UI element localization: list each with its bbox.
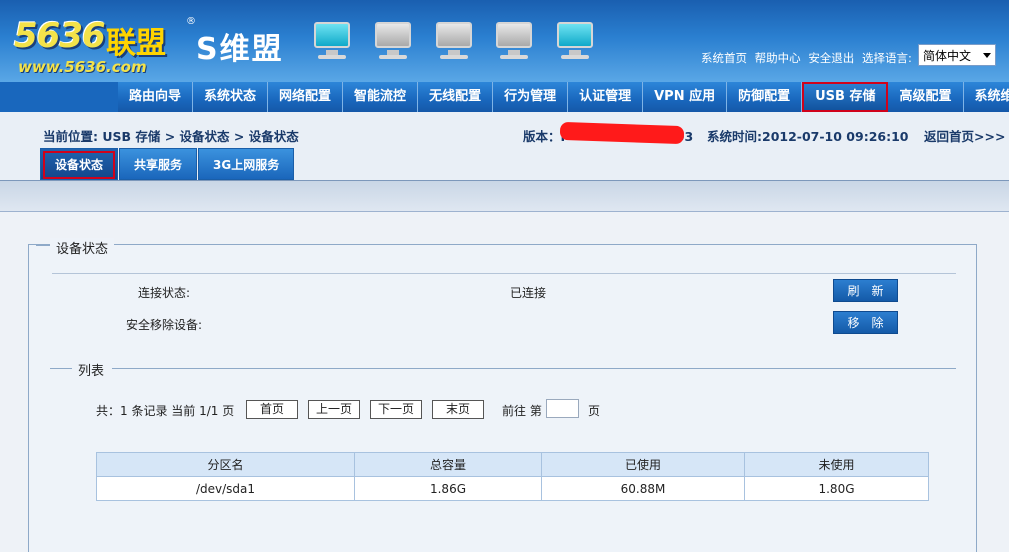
monitor-icon	[434, 20, 474, 60]
column-header-free: 未使用	[744, 452, 929, 477]
home-link[interactable]: 系统首页	[701, 51, 747, 65]
prev-page-button[interactable]: 上一页	[308, 400, 360, 419]
remove-button[interactable]: 移除	[833, 311, 898, 334]
breadcrumb: 当前位置: USB 存储 > 设备状态 > 设备状态	[43, 129, 299, 144]
nav-item-flow-control[interactable]: 智能流控	[343, 82, 419, 112]
device-status-legend: 设备状态	[50, 238, 115, 257]
language-label: 选择语言:	[861, 51, 912, 65]
column-header-used: 已使用	[541, 452, 745, 477]
tab-3g-service[interactable]: 3G上网服务	[198, 148, 295, 180]
logo-brand: S维盟	[196, 32, 284, 67]
pager-summary: 共：1 条记录 当前 1/1 页	[96, 404, 235, 418]
language-value: 简体中文	[923, 49, 972, 63]
list-legend-line	[50, 368, 74, 369]
nav-item-system-status[interactable]: 系统状态	[193, 82, 269, 112]
logo-chinese: 联盟	[106, 26, 166, 61]
logo-registered-mark: ®	[186, 16, 196, 27]
cell-used: 60.88M	[541, 476, 745, 501]
first-page-button[interactable]: 首页	[246, 400, 298, 419]
nav-item-behavior[interactable]: 行为管理	[493, 82, 569, 112]
language-select[interactable]: 简体中文	[918, 44, 996, 66]
nav-item-defense[interactable]: 防御配置	[727, 82, 803, 112]
system-time: 系统时间:2012-07-10 09:26:10	[707, 129, 909, 144]
partition-table: 分区名 总容量 已使用 未使用 /dev/sda1 1.86G 60.88M 1…	[96, 452, 929, 501]
main-nav: 路由向导 系统状态 网络配置 智能流控 无线配置 行为管理 认证管理 VPN 应…	[118, 82, 1009, 112]
connection-status-label: 连接状态:	[138, 286, 191, 300]
toolbar-strip	[0, 180, 1009, 212]
nav-item-usb-storage[interactable]: USB 存储	[802, 82, 889, 112]
table-row: /dev/sda1 1.86G 60.88M 1.80G	[96, 476, 929, 501]
list-legend: 列表	[72, 360, 111, 379]
back-home-link[interactable]: 返回首页>>>	[924, 126, 1005, 145]
tab-device-status-label: 设备状态	[43, 151, 116, 179]
nav-item-network-config[interactable]: 网络配置	[268, 82, 344, 112]
monitor-icon	[373, 20, 413, 60]
logout-link[interactable]: 安全退出	[808, 51, 854, 65]
logo-url: www.5636.com	[18, 58, 147, 76]
goto-unit: 页	[588, 404, 601, 418]
refresh-button[interactable]: 刷新	[833, 279, 898, 302]
column-header-partition: 分区名	[96, 452, 355, 477]
column-header-total: 总容量	[354, 452, 542, 477]
nav-item-router-wizard[interactable]: 路由向导	[118, 82, 194, 112]
nav-item-auth[interactable]: 认证管理	[568, 82, 644, 112]
tab-share-service[interactable]: 共享服务	[119, 148, 198, 180]
nav-item-maintenance[interactable]: 系统维护	[963, 82, 1009, 112]
cell-total: 1.86G	[354, 476, 542, 501]
chevron-down-icon	[983, 53, 991, 58]
top-links: 系统首页 帮助中心 安全退出 选择语言:	[701, 50, 916, 66]
divider	[52, 273, 956, 274]
help-link[interactable]: 帮助中心	[755, 51, 801, 65]
version-label: 版本：	[523, 129, 561, 144]
sub-tabs: 设备状态 共享服务 3G上网服务	[40, 148, 295, 180]
monitor-icon	[494, 20, 534, 60]
next-page-button[interactable]: 下一页	[370, 400, 422, 419]
monitor-icon	[312, 20, 352, 60]
connection-status-value: 已连接	[510, 286, 547, 300]
cell-partition: /dev/sda1	[96, 476, 355, 501]
last-page-button[interactable]: 末页	[432, 400, 484, 419]
goto-page-input[interactable]	[546, 399, 579, 418]
safe-remove-label: 安全移除设备:	[126, 318, 203, 332]
nav-item-wireless[interactable]: 无线配置	[418, 82, 494, 112]
nav-item-vpn[interactable]: VPN 应用	[643, 82, 728, 112]
list-legend-line	[112, 368, 956, 369]
monitor-icon	[555, 20, 595, 60]
tab-device-status[interactable]: 设备状态	[40, 148, 119, 180]
logo-number: 5636	[14, 16, 106, 56]
table-header-row: 分区名 总容量 已使用 未使用	[96, 452, 929, 477]
nav-item-advanced[interactable]: 高级配置	[888, 82, 964, 112]
cell-free: 1.80G	[744, 476, 929, 501]
app-header: 5636 联盟 ® S维盟 www.5636.com 系统首页 帮助中心 安全退…	[0, 0, 1009, 82]
goto-label: 前往 第	[502, 404, 542, 418]
